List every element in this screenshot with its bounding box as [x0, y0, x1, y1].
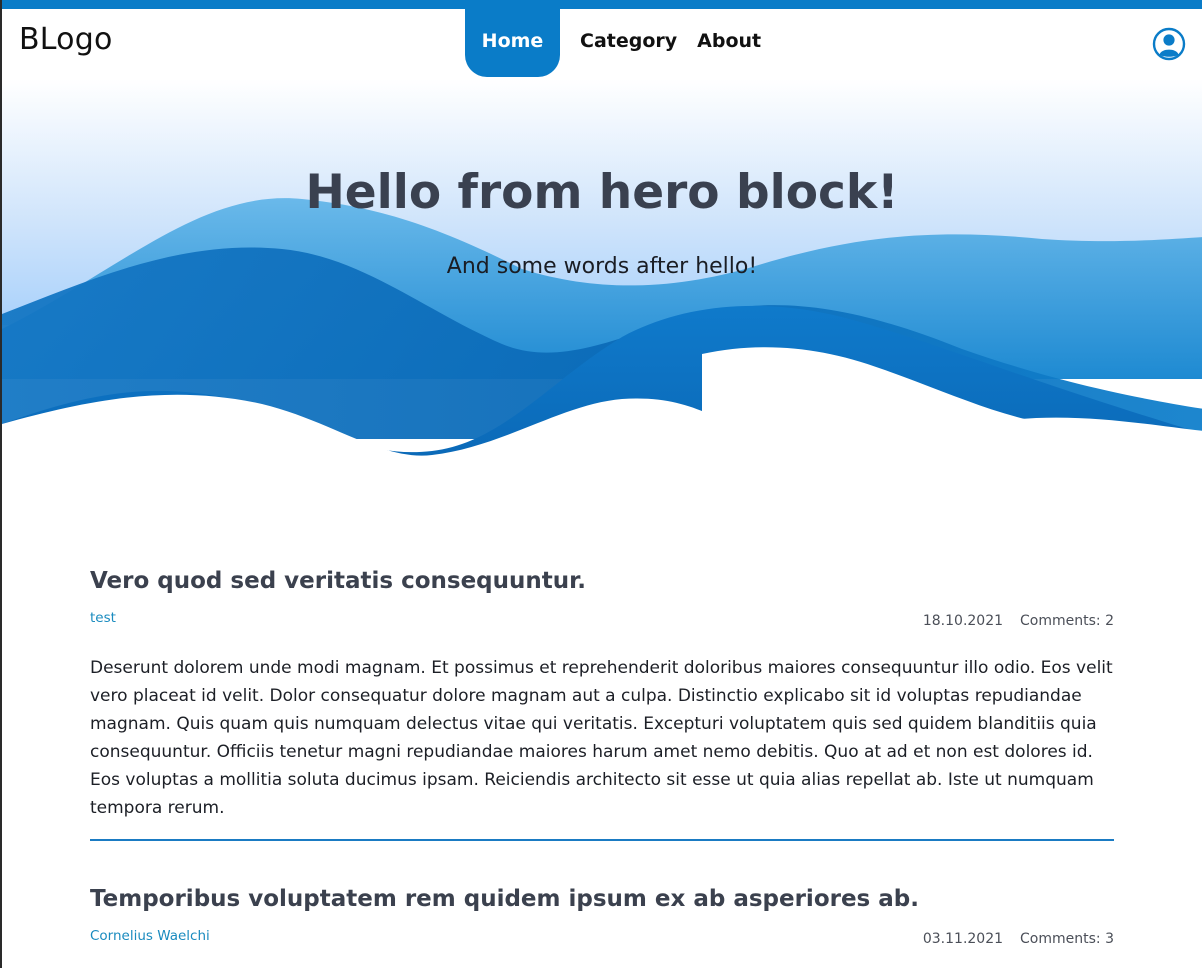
nav-item-about[interactable]: About: [697, 9, 781, 77]
user-account-button[interactable]: [1152, 27, 1186, 61]
post-meta: test 18.10.2021 Comments: 2: [90, 610, 1114, 640]
nav-item-category[interactable]: Category: [560, 9, 697, 77]
post-body: Deserunt dolorem unde modi magnam. Et po…: [90, 658, 1113, 818]
post-date: 03.11.2021: [922, 931, 1004, 947]
post-date: 18.10.2021: [922, 613, 1004, 629]
hero-wave-graphic: [2, 198, 1202, 489]
hero-block: Hello from hero block! And some words af…: [2, 79, 1202, 489]
post-meta: Cornelius Waelchi 03.11.2021 Comments: 3: [90, 928, 1114, 958]
post-author-link[interactable]: Cornelius Waelchi: [90, 928, 210, 944]
hero-subtitle: And some words after hello!: [446, 254, 758, 279]
nav-item-home[interactable]: Home: [465, 9, 560, 77]
site-logo[interactable]: BLogo: [19, 22, 113, 57]
post-card: Temporibus voluptatem rem quidem ipsum e…: [90, 886, 1114, 958]
post-info: 03.11.2021 Comments: 3: [923, 931, 1114, 947]
post-title[interactable]: Temporibus voluptatem rem quidem ipsum e…: [90, 886, 1114, 912]
user-circle-icon: [1152, 27, 1186, 61]
post-divider: [90, 839, 1114, 841]
site-header: BLogo Home Category About: [2, 9, 1202, 79]
post-comments-count[interactable]: Comments: 2: [1020, 613, 1114, 629]
top-accent-bar: [2, 0, 1202, 9]
main-nav: Home Category About: [465, 9, 781, 79]
post-card: Vero quod sed veritatis consequuntur. te…: [90, 568, 1114, 841]
hero-title: Hello from hero block!: [305, 165, 899, 220]
post-title[interactable]: Vero quod sed veritatis consequuntur.: [90, 568, 1114, 594]
post-author-link[interactable]: test: [90, 610, 116, 626]
post-comments-count[interactable]: Comments: 3: [1020, 931, 1114, 947]
post-info: 18.10.2021 Comments: 2: [923, 613, 1114, 629]
